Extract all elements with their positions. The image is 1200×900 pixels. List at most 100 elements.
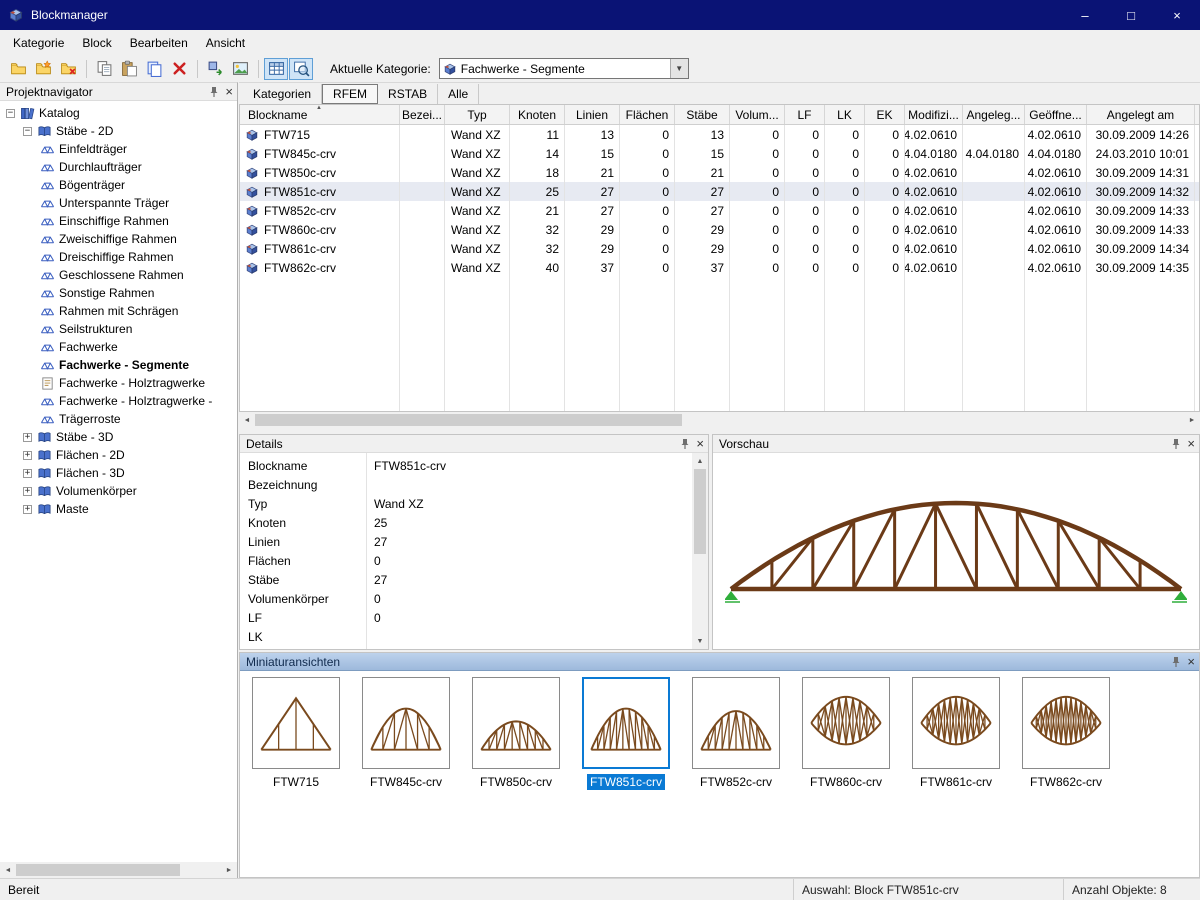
tree-item-tr-gerroste[interactable]: Trägerroste [0, 410, 237, 428]
paste-block-button[interactable] [117, 58, 141, 80]
scroll-track[interactable] [16, 862, 221, 878]
tree-item-sonstige-rahmen[interactable]: Sonstige Rahmen [0, 284, 237, 302]
tree-item-fachwerke-holztragwerke[interactable]: Fachwerke - Holztragwerke - [0, 392, 237, 410]
tree-expand-toggle[interactable]: + [23, 469, 32, 478]
view-preview-toggle[interactable] [289, 58, 313, 80]
scroll-track[interactable] [692, 469, 708, 633]
table-row-ftw850c-crv[interactable]: FTW850c-crvWand XZ182102100004.02.06104.… [240, 163, 1199, 182]
scroll-thumb[interactable] [16, 864, 180, 876]
column-header-angelegt-am[interactable]: Angelegt am [1087, 105, 1195, 124]
tree-item-maste[interactable]: +Maste [0, 500, 237, 518]
thumbnail-ftw845c-crv[interactable]: FTW845c-crv [362, 677, 450, 790]
column-header-fl-chen[interactable]: Flächen [620, 105, 675, 124]
thumbnail-ftw715[interactable]: FTW715 [252, 677, 340, 790]
tree-item-geschlossene-rahmen[interactable]: Geschlossene Rahmen [0, 266, 237, 284]
column-header-lk[interactable]: LK [825, 105, 865, 124]
tree-item-fachwerke-holztragwerke[interactable]: Fachwerke - Holztragwerke [0, 374, 237, 392]
scroll-track[interactable] [255, 412, 1184, 428]
pin-icon[interactable] [1170, 438, 1182, 450]
thumbnail-ftw851c-crv[interactable]: FTW851c-crv [582, 677, 670, 790]
menu-block[interactable]: Block [73, 33, 120, 53]
tree-item-fachwerke[interactable]: Fachwerke [0, 338, 237, 356]
tree-item-b-gentr-ger[interactable]: Bögenträger [0, 176, 237, 194]
scroll-left-button[interactable]: ◄ [0, 862, 16, 878]
tab-rfem[interactable]: RFEM [322, 84, 378, 104]
scroll-down-button[interactable]: ▼ [692, 633, 708, 649]
tree-item-rahmen-mit-schr-gen[interactable]: Rahmen mit Schrägen [0, 302, 237, 320]
thumbnail-ftw850c-crv[interactable]: FTW850c-crv [472, 677, 560, 790]
column-header-knoten[interactable]: Knoten [510, 105, 565, 124]
category-dropdown[interactable]: Fachwerke - Segmente ▼ [439, 58, 689, 79]
tree-expand-toggle[interactable]: + [23, 451, 32, 460]
column-header-volum[interactable]: Volum... [730, 105, 785, 124]
close-button[interactable]: × [1154, 0, 1200, 30]
thumbnail-ftw862c-crv[interactable]: FTW862c-crv [1022, 677, 1110, 790]
tree-item-einfeldtr-ger[interactable]: Einfeldträger [0, 140, 237, 158]
tree-item-katalog[interactable]: −Katalog [0, 104, 237, 122]
tree-item-dreischiffige-rahmen[interactable]: Dreischiffige Rahmen [0, 248, 237, 266]
maximize-button[interactable]: □ [1108, 0, 1154, 30]
tree-item-fl-chen-2d[interactable]: +Flächen - 2D [0, 446, 237, 464]
duplicate-block-button[interactable] [142, 58, 166, 80]
tab-alle[interactable]: Alle [438, 84, 479, 104]
scroll-thumb[interactable] [694, 469, 706, 554]
column-header-typ[interactable]: Typ [445, 105, 510, 124]
close-icon[interactable]: × [225, 85, 233, 98]
column-header-ek[interactable]: EK [865, 105, 905, 124]
chevron-down-icon[interactable]: ▼ [670, 59, 688, 78]
table-row-ftw862c-crv[interactable]: FTW862c-crvWand XZ403703700004.02.06104.… [240, 258, 1199, 277]
close-icon[interactable]: × [1187, 655, 1195, 668]
thumbnail-ftw860c-crv[interactable]: FTW860c-crv [802, 677, 890, 790]
tab-kategorien[interactable]: Kategorien [243, 84, 322, 104]
column-header-st-be[interactable]: Stäbe [675, 105, 730, 124]
export-block-button[interactable] [203, 58, 227, 80]
tab-rstab[interactable]: RSTAB [378, 84, 438, 104]
table-row-ftw851c-crv[interactable]: FTW851c-crvWand XZ252702700004.02.06104.… [240, 182, 1199, 201]
column-header-angeleg[interactable]: Angeleg... [963, 105, 1025, 124]
column-header-ge-ffne[interactable]: Geöffne... [1025, 105, 1087, 124]
tree-item-durchlauftr-ger[interactable]: Durchlaufträger [0, 158, 237, 176]
tree-item-unterspannte-tr-ger[interactable]: Unterspannte Träger [0, 194, 237, 212]
tree-expand-toggle[interactable]: + [23, 487, 32, 496]
pin-icon[interactable] [1170, 656, 1182, 668]
minimize-button[interactable]: – [1062, 0, 1108, 30]
menu-ansicht[interactable]: Ansicht [197, 33, 254, 53]
pin-icon[interactable] [679, 438, 691, 450]
sidebar-horizontal-scrollbar[interactable]: ◄ ► [0, 862, 237, 878]
menu-kategorie[interactable]: Kategorie [4, 33, 73, 53]
table-row-ftw852c-crv[interactable]: FTW852c-crvWand XZ212702700004.02.06104.… [240, 201, 1199, 220]
scroll-left-button[interactable]: ◄ [239, 412, 255, 428]
delete-category-button[interactable] [56, 58, 80, 80]
thumbnail-ftw861c-crv[interactable]: FTW861c-crv [912, 677, 1000, 790]
column-header-bezei[interactable]: Bezei... [400, 105, 445, 124]
table-row-ftw845c-crv[interactable]: FTW845c-crvWand XZ141501500004.04.01804.… [240, 144, 1199, 163]
image-button[interactable] [228, 58, 252, 80]
new-category-button[interactable] [6, 58, 30, 80]
pin-icon[interactable] [208, 86, 220, 98]
tree-item-einschiffige-rahmen[interactable]: Einschiffige Rahmen [0, 212, 237, 230]
tree-item-fachwerke-segmente[interactable]: Fachwerke - Segmente [0, 356, 237, 374]
tree-expand-toggle[interactable]: + [23, 433, 32, 442]
column-header-linien[interactable]: Linien [565, 105, 620, 124]
delete-block-button[interactable] [167, 58, 191, 80]
tree-item-st-be-2d[interactable]: −Stäbe - 2D [0, 122, 237, 140]
scroll-up-button[interactable]: ▲ [692, 453, 708, 469]
scroll-right-button[interactable]: ► [1184, 412, 1200, 428]
column-header-modifizi[interactable]: Modifizi... [905, 105, 963, 124]
scroll-thumb[interactable] [255, 414, 682, 426]
column-header-lf[interactable]: LF [785, 105, 825, 124]
tree-expand-toggle[interactable]: − [23, 127, 32, 136]
tree-item-fl-chen-3d[interactable]: +Flächen - 3D [0, 464, 237, 482]
tree-item-volumenk-rper[interactable]: +Volumenkörper [0, 482, 237, 500]
table-row-ftw861c-crv[interactable]: FTW861c-crvWand XZ322902900004.02.06104.… [240, 239, 1199, 258]
tree-expand-toggle[interactable]: + [23, 505, 32, 514]
table-horizontal-scrollbar[interactable]: ◄ ► [239, 412, 1200, 428]
details-vertical-scrollbar[interactable]: ▲ ▼ [692, 453, 708, 649]
close-icon[interactable]: × [696, 437, 704, 450]
copy-block-button[interactable] [92, 58, 116, 80]
thumbnail-ftw852c-crv[interactable]: FTW852c-crv [692, 677, 780, 790]
view-table-toggle[interactable] [264, 58, 288, 80]
close-icon[interactable]: × [1187, 437, 1195, 450]
tree-item-st-be-3d[interactable]: +Stäbe - 3D [0, 428, 237, 446]
edit-category-button[interactable] [31, 58, 55, 80]
